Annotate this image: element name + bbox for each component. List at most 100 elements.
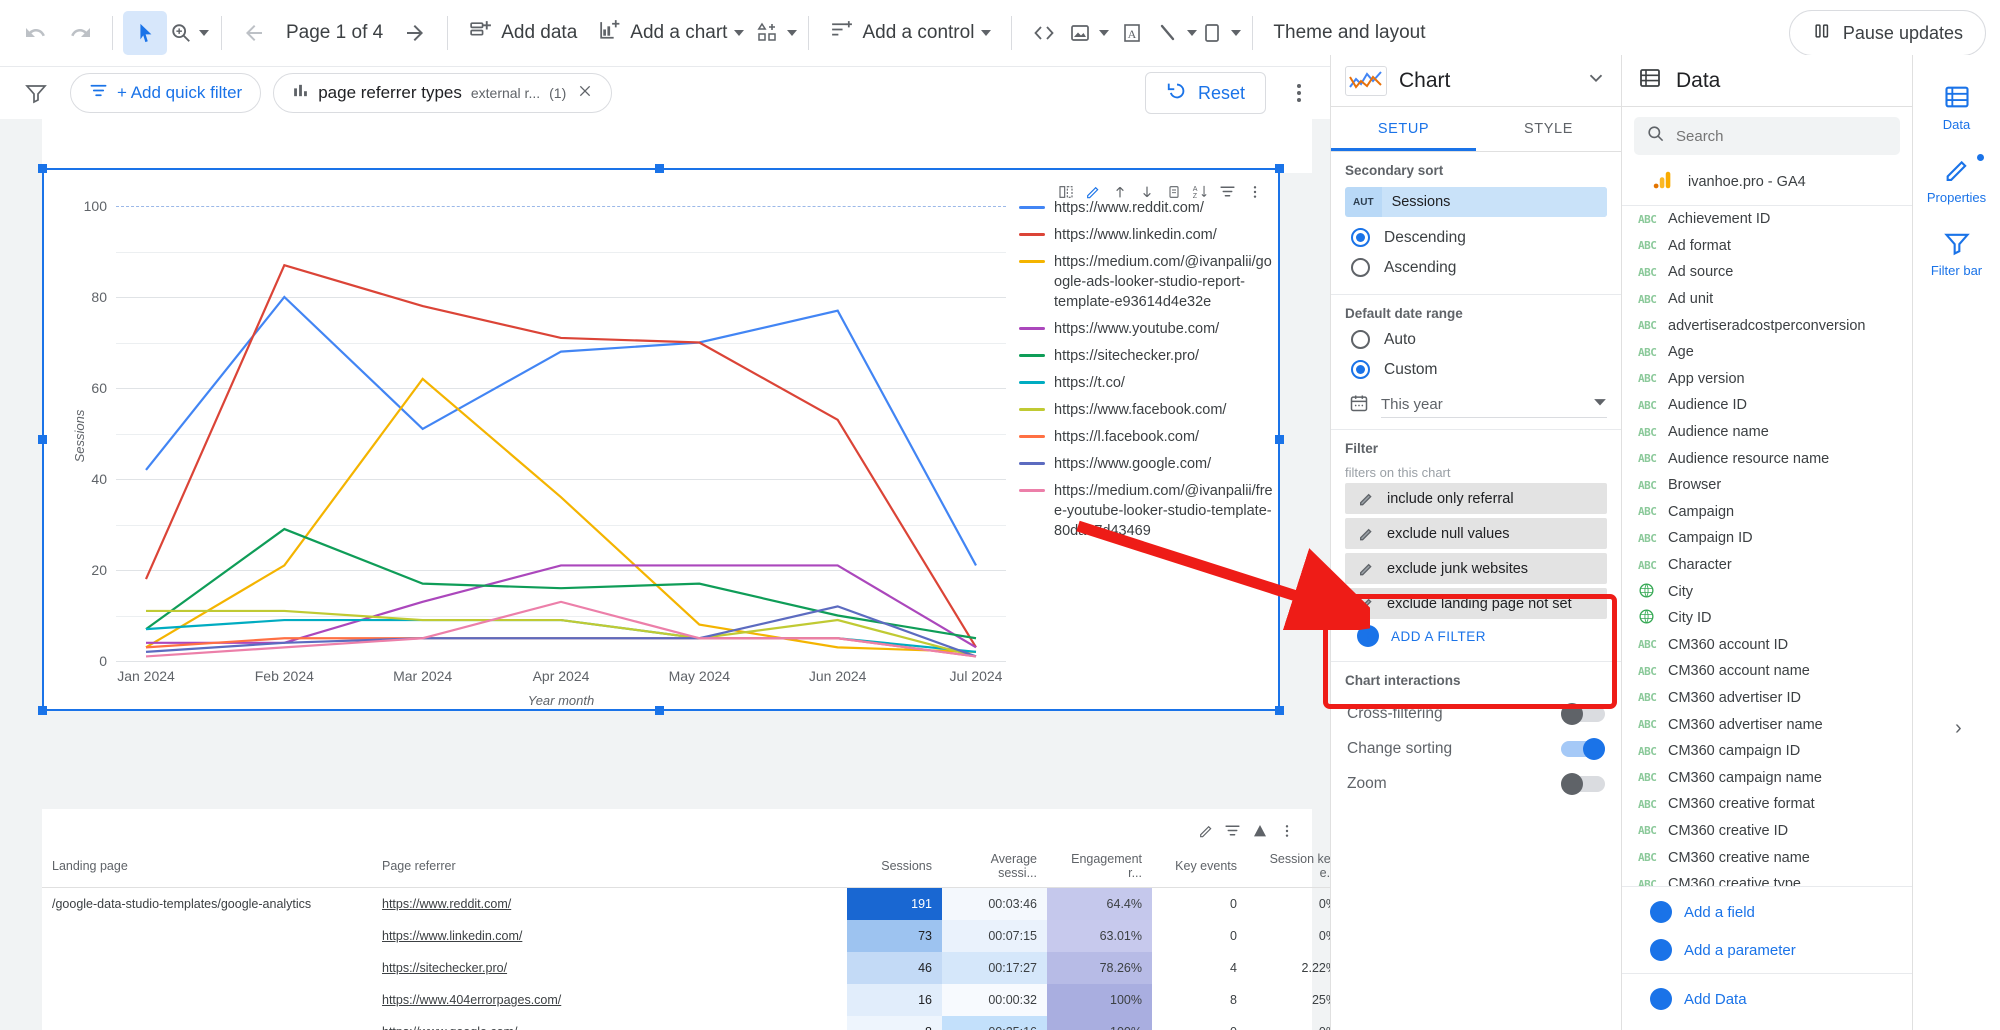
chart-legend-item[interactable]: https://medium.com/@ivanpalii/google-ads… xyxy=(1019,252,1274,312)
tab-style[interactable]: STYLE xyxy=(1476,107,1621,151)
tab-setup[interactable]: SETUP xyxy=(1331,107,1476,151)
table-row[interactable]: https://sitechecker.pro/46 00:17:27 78.26%… xyxy=(42,952,1330,984)
data-field-item[interactable]: ABC CM360 account ID xyxy=(1622,632,1912,659)
data-field-item[interactable]: ABC Audience name xyxy=(1622,419,1912,446)
line-chart-card[interactable]: AZ 0 20 40 60 80 100 Jan 2024 Feb 2024 Mar 2024… xyxy=(38,164,1284,715)
referrer-link[interactable]: https://www.reddit.com/ xyxy=(382,897,511,911)
resize-handle-bc[interactable] xyxy=(655,706,664,715)
radio-custom[interactable] xyxy=(1351,360,1370,379)
table-column-header[interactable]: Engagement r... xyxy=(1047,845,1152,888)
data-field-item[interactable]: ABC Browser xyxy=(1622,472,1912,499)
bottom-data-table[interactable]: Landing page Page referrer Sessions Average… xyxy=(42,809,1330,1030)
table-edit-pencil-icon[interactable] xyxy=(1192,817,1219,844)
data-field-item[interactable]: ABC Campaign xyxy=(1622,499,1912,526)
data-field-item[interactable]: ABC Ad unit xyxy=(1622,286,1912,313)
table-column-header[interactable]: Sessions xyxy=(847,845,942,888)
referrer-link[interactable]: https://www.404errorpages.com/ xyxy=(382,993,561,1007)
resize-handle-tr[interactable] xyxy=(1275,164,1284,173)
data-field-item[interactable]: ABC Audience ID xyxy=(1622,392,1912,419)
close-icon[interactable] xyxy=(577,83,593,104)
radio-auto[interactable] xyxy=(1351,330,1370,349)
add-data-panel-button[interactable]: + Add Data xyxy=(1622,973,1912,1018)
table-more-icon[interactable] xyxy=(1273,817,1300,844)
resize-handle-tl[interactable] xyxy=(38,164,47,173)
table-row[interactable]: https://www.google.com/800:25:16100%00% xyxy=(42,1016,1330,1030)
secondary-sort-field-chip[interactable]: AUT Sessions xyxy=(1345,187,1607,217)
chart-legend-item[interactable]: https://www.facebook.com/ xyxy=(1019,400,1274,420)
next-page-button[interactable] xyxy=(393,11,437,55)
add-line-caret[interactable] xyxy=(1186,30,1197,36)
chart-legend-item[interactable]: https://medium.com/@ivanpalii/free-youtu… xyxy=(1019,481,1274,541)
zoom-tool-button[interactable] xyxy=(167,11,211,55)
add-data-button[interactable]: Add data xyxy=(458,11,587,55)
chart-legend-item[interactable]: https://www.youtube.com/ xyxy=(1019,319,1274,339)
date-range-custom-option[interactable]: Custom xyxy=(1351,360,1607,379)
data-field-item[interactable]: ABC CM360 advertiser name xyxy=(1622,711,1912,738)
referrer-link[interactable]: https://www.linkedin.com/ xyxy=(382,929,522,943)
data-field-item[interactable]: ABC CM360 advertiser ID xyxy=(1622,685,1912,712)
data-field-item[interactable]: ABC CM360 creative name xyxy=(1622,844,1912,871)
sort-descending-option[interactable]: Descending xyxy=(1351,228,1607,247)
rail-item-filter-bar[interactable]: Filter bar xyxy=(1913,217,2000,290)
add-chart-button[interactable]: Add a chart xyxy=(587,11,754,55)
add-control-caret[interactable] xyxy=(981,30,992,36)
chevron-down-icon[interactable] xyxy=(1585,67,1607,94)
theme-layout-button[interactable]: Theme and layout xyxy=(1263,11,1435,55)
chart-filter-item[interactable]: exclude null values xyxy=(1345,518,1607,549)
resize-handle-mr[interactable] xyxy=(1275,435,1284,444)
filter-bar-more-button[interactable] xyxy=(1282,73,1316,113)
add-line-button[interactable] xyxy=(1154,11,1198,55)
resize-handle-bl[interactable] xyxy=(38,706,47,715)
table-column-header[interactable]: Landing page xyxy=(42,845,372,888)
data-field-item[interactable]: City ID xyxy=(1622,605,1912,632)
filter-edit-pencil-icon[interactable] xyxy=(1345,491,1387,507)
add-quick-filter-chip[interactable]: + Add quick filter xyxy=(70,73,262,113)
add-image-caret[interactable] xyxy=(1098,30,1109,36)
page-indicator[interactable]: Page 1 of 4 xyxy=(276,11,393,55)
add-shape-caret[interactable] xyxy=(786,30,797,36)
table-row[interactable]: https://www.404errorpages.com/16 00:00:32… xyxy=(42,984,1330,1016)
chart-filter-item[interactable]: exclude junk websites xyxy=(1345,553,1607,584)
table-row[interactable]: /google-data-studio-templates/google-ana… xyxy=(42,887,1330,920)
add-text-button[interactable]: A xyxy=(1110,11,1154,55)
pause-updates-button[interactable]: Pause updates xyxy=(1788,10,1986,56)
date-range-auto-option[interactable]: Auto xyxy=(1351,330,1607,349)
panel-expander-button[interactable]: › xyxy=(1955,717,1962,740)
table-warning-icon[interactable] xyxy=(1246,817,1273,844)
data-field-item[interactable]: ABC Audience resource name xyxy=(1622,445,1912,472)
radio-descending[interactable] xyxy=(1351,228,1370,247)
filter-edit-pencil-icon[interactable] xyxy=(1345,526,1387,542)
data-field-item[interactable]: ABC Achievement ID xyxy=(1622,206,1912,233)
interaction-toggle[interactable] xyxy=(1561,738,1605,760)
table-row[interactable]: https://www.linkedin.com/73 00:07:15 63.01… xyxy=(42,920,1330,952)
chart-legend-item[interactable]: https://www.linkedin.com/ xyxy=(1019,225,1274,245)
select-tool-button[interactable] xyxy=(123,11,167,55)
chart-filter-item[interactable]: include only referral xyxy=(1345,483,1607,514)
data-field-item[interactable]: ABC CM360 campaign name xyxy=(1622,764,1912,791)
data-field-item[interactable]: ABC Ad source xyxy=(1622,259,1912,286)
filter-edit-pencil-icon[interactable] xyxy=(1345,561,1387,577)
date-range-selector[interactable]: This year xyxy=(1345,393,1607,418)
table-column-header[interactable]: Session key e... xyxy=(1247,845,1330,888)
chart-legend-item[interactable]: https://sitechecker.pro/ xyxy=(1019,346,1274,366)
referrer-link[interactable]: https://www.google.com/ xyxy=(382,1025,517,1030)
resize-handle-br[interactable] xyxy=(1275,706,1284,715)
rail-item-data[interactable]: Data xyxy=(1913,71,2000,144)
undo-button[interactable] xyxy=(14,11,58,55)
data-field-item[interactable]: ABC CM360 creative format xyxy=(1622,791,1912,818)
data-field-item[interactable]: ABC CM360 account name xyxy=(1622,658,1912,685)
table-column-header[interactable]: Average sessi... xyxy=(942,845,1047,888)
reset-button[interactable]: Reset xyxy=(1144,72,1266,114)
chart-legend-item[interactable]: https://t.co/ xyxy=(1019,373,1274,393)
data-field-item[interactable]: ABC Campaign ID xyxy=(1622,525,1912,552)
data-field-item[interactable]: ABC CM360 campaign ID xyxy=(1622,738,1912,765)
add-rectangle-button[interactable] xyxy=(1198,11,1242,55)
active-filter-chip[interactable]: page referrer types external r... (1) xyxy=(273,73,613,113)
interaction-toggle[interactable] xyxy=(1561,773,1605,795)
add-image-button[interactable] xyxy=(1066,11,1110,55)
data-source-item[interactable]: ivanhoe.pro - GA4 xyxy=(1622,159,1912,206)
chart-legend-item[interactable]: https://www.reddit.com/ xyxy=(1019,198,1274,218)
chart-legend-item[interactable]: https://l.facebook.com/ xyxy=(1019,427,1274,447)
data-field-item[interactable]: City xyxy=(1622,578,1912,605)
data-field-item[interactable]: ABC App version xyxy=(1622,366,1912,393)
